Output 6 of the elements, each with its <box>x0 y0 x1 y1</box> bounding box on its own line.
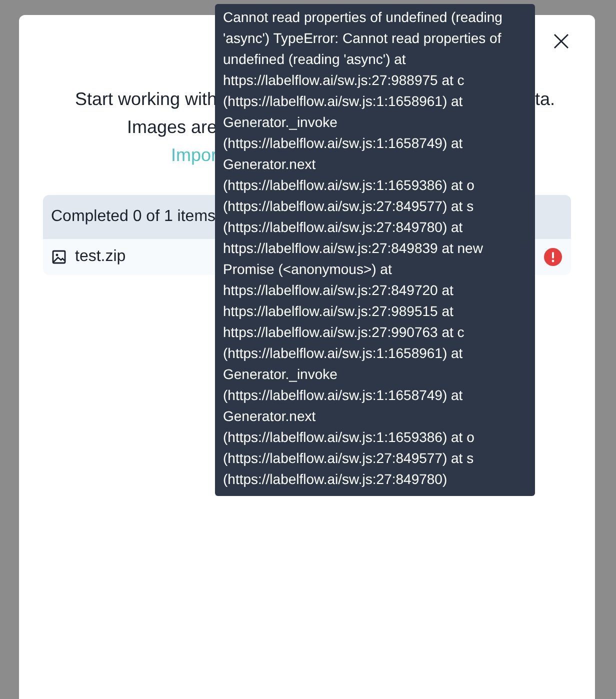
close-button[interactable]: × <box>546 27 577 55</box>
image-icon <box>52 250 66 264</box>
error-tooltip: Cannot read properties of undefined (reading 'async') TypeError: Cannot read properties of undefined (reading 'async') at https://labelflow.ai/sw.js:27:988975 at c (https://labelflow.ai/sw.js:1:1658961) at Generator._invoke (https://labelflow.ai/sw.js:1:1658749) at Generator.next (https://labelflow.ai/sw.js:1:1659386) at o (https://labelflow.ai/sw.js:27:849577) at s (https://labelflow.ai/sw.js:27:849780) at https://labelflow.ai/sw.js:27:849839 at new Promise (<anonymous>) at https://labelflow.ai/sw.js:27:849720 at https://labelflow.ai/sw.js:27:989515 at https://labelflow.ai/sw.js:27:990763 at c (https://labelflow.ai/sw.js:1:1658961) at Generator._invoke (https://labelflow.ai/sw.js:1:1658749) at Generator.next (https://labelflow.ai/sw.js:1:1659386) at o (https://labelflow.ai/sw.js:27:849577) at s (https://labelflow.ai/sw.js:27:849780) <box>215 4 535 496</box>
file-name: test.zip <box>75 248 126 266</box>
intro-text: ta. <box>535 88 556 110</box>
progress-header: Completed 0 of 1 items <box>51 208 216 226</box>
